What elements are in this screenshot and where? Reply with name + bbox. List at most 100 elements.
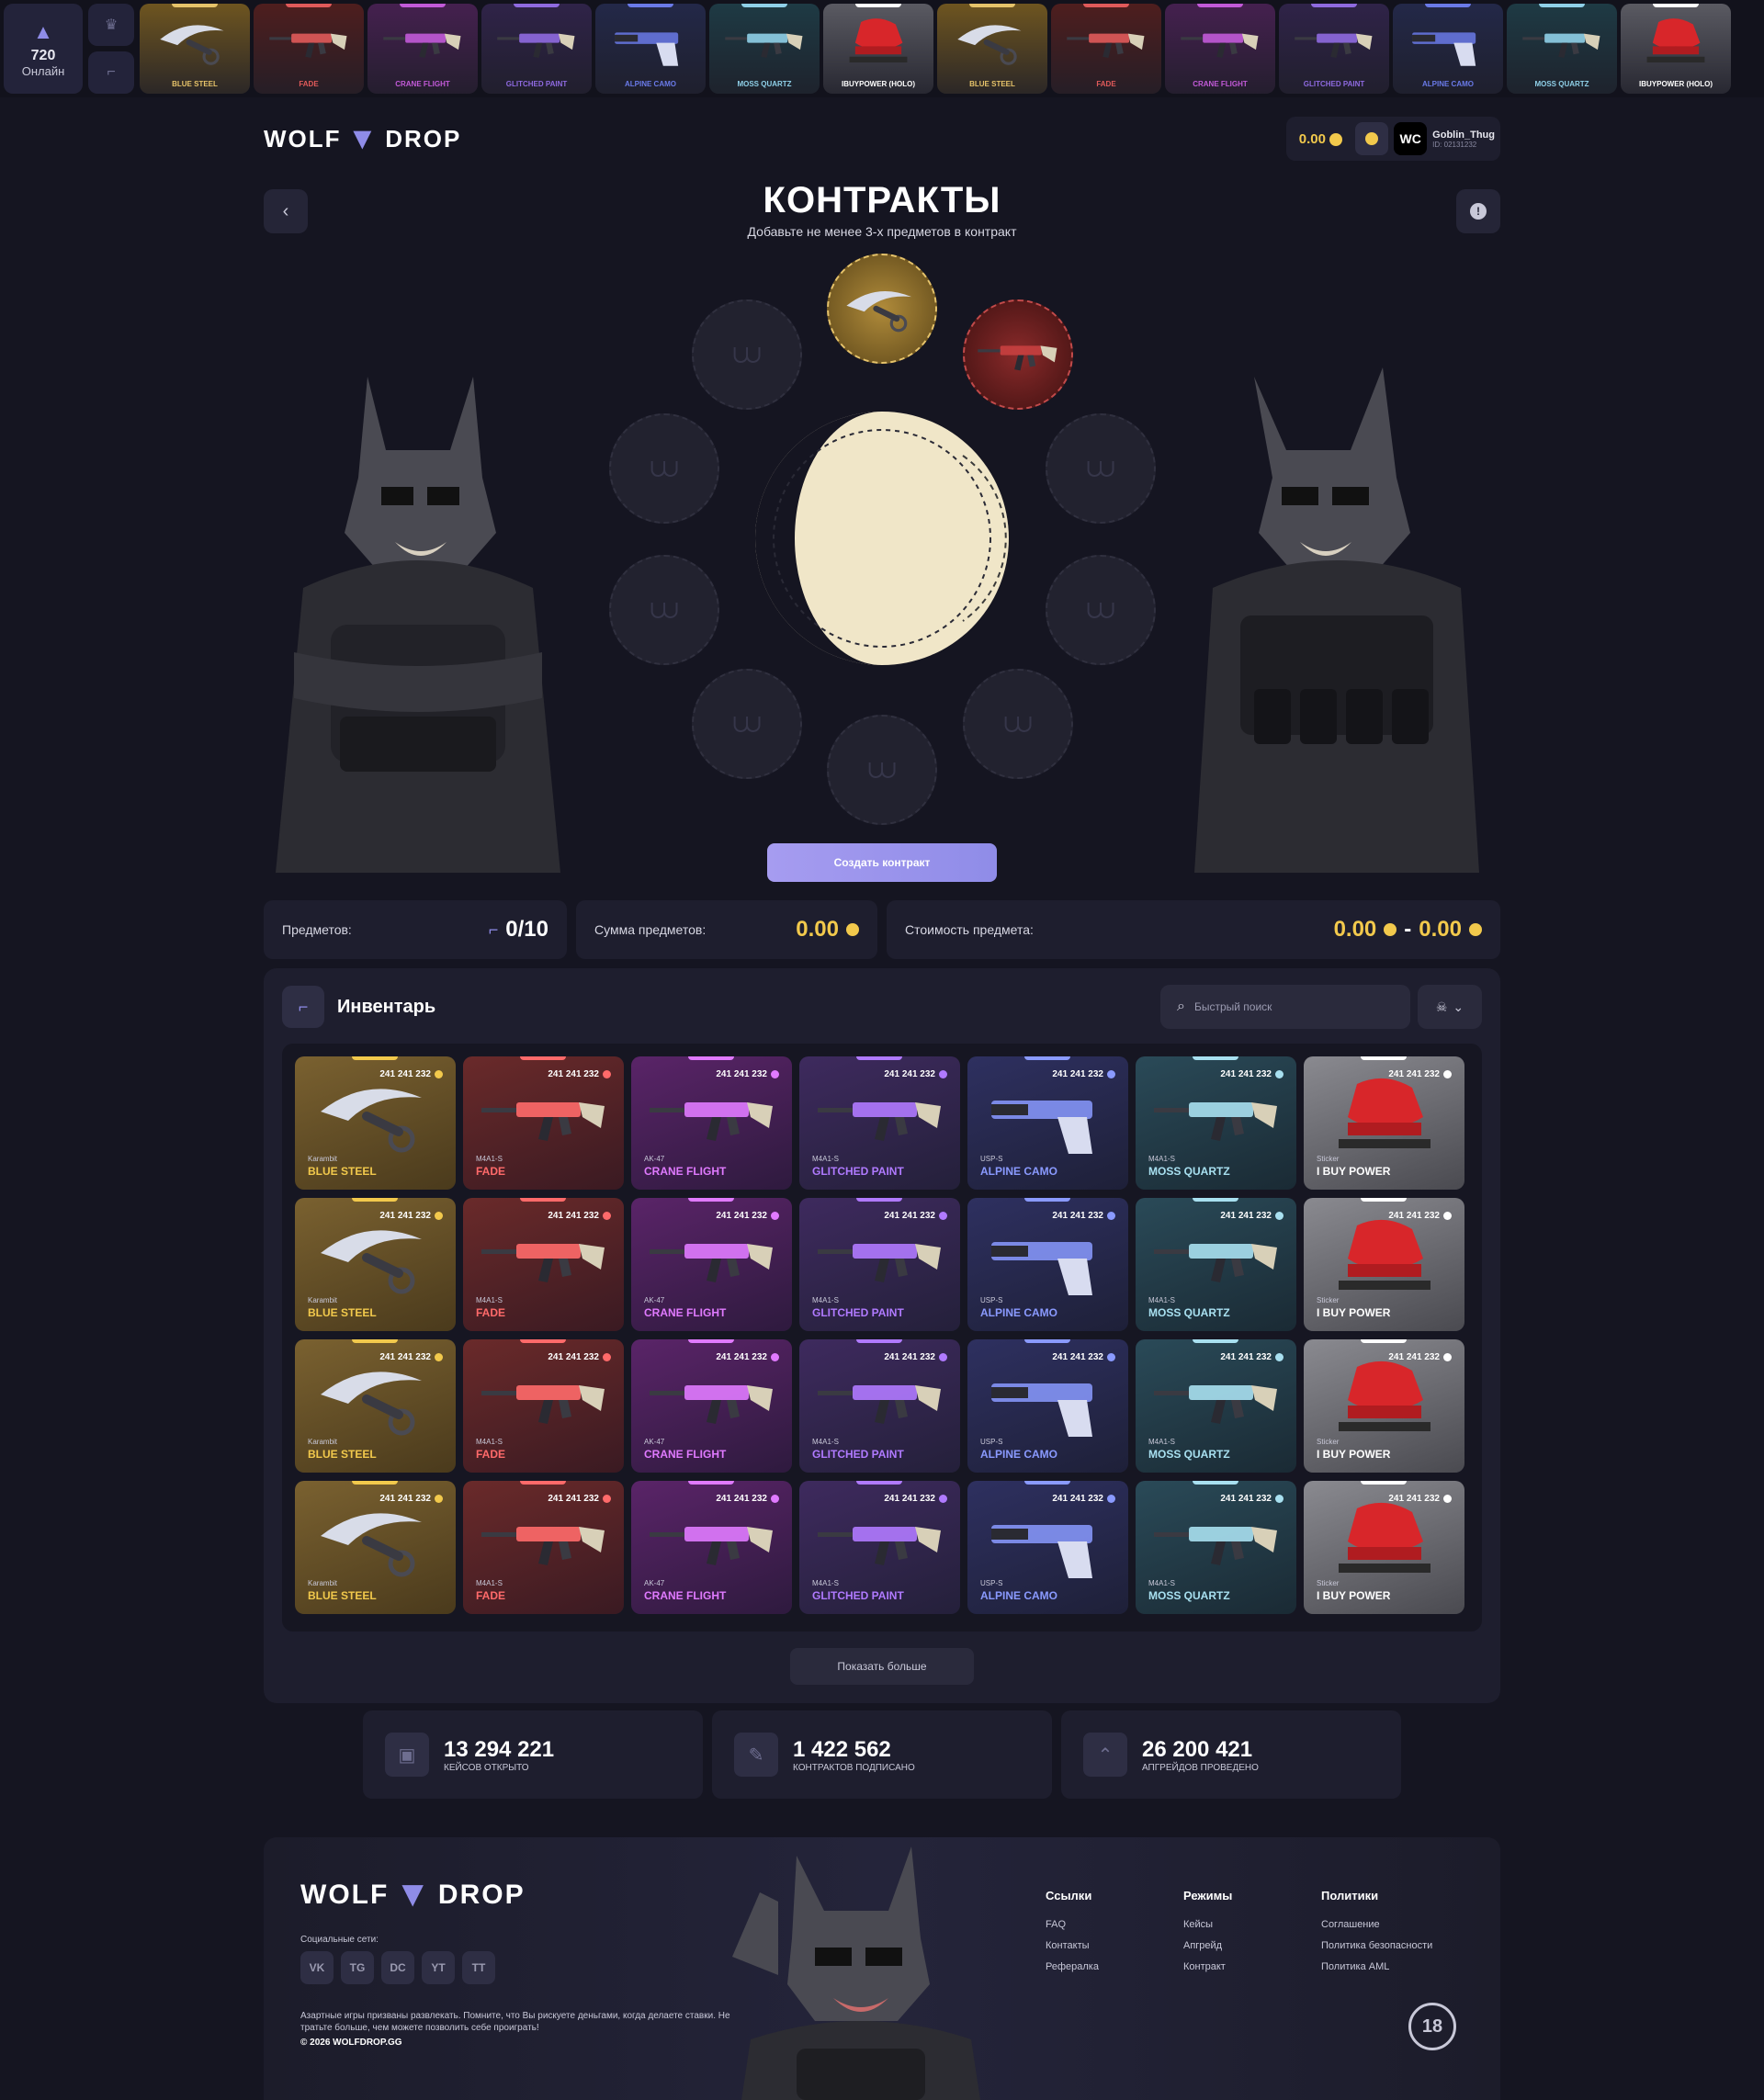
contract-slot-empty[interactable]: ⩊ bbox=[609, 555, 719, 665]
live-drop-item[interactable]: ALPINE CAMO bbox=[595, 4, 706, 94]
live-drop-item[interactable]: ALPINE CAMO bbox=[1393, 4, 1503, 94]
filter-dropdown[interactable]: ☠ ⌄ bbox=[1418, 985, 1482, 1029]
inventory-item-card[interactable]: 241 241 232 AK-47 CRANE FLIGHT bbox=[631, 1056, 792, 1190]
live-drop-item[interactable]: CRANE FLIGHT bbox=[368, 4, 478, 94]
deposit-button[interactable] bbox=[1355, 122, 1389, 155]
item-image bbox=[311, 1075, 440, 1157]
item-image bbox=[1320, 1358, 1449, 1440]
live-drop-item[interactable]: FADE bbox=[1051, 4, 1161, 94]
inventory-item-card[interactable]: 241 241 232 Karambit BLUE STEEL bbox=[295, 1481, 456, 1614]
live-drop-item[interactable]: FADE bbox=[254, 4, 364, 94]
item-image bbox=[984, 1216, 1113, 1299]
avatar[interactable]: WC bbox=[1394, 122, 1428, 155]
inventory-item-card[interactable]: 241 241 232 Sticker I BUY POWER bbox=[1304, 1339, 1464, 1473]
contract-slot-filled[interactable] bbox=[827, 254, 937, 364]
inventory-item-card[interactable]: 241 241 232 USP-S ALPINE CAMO bbox=[967, 1056, 1128, 1190]
tiktok-icon[interactable]: TT bbox=[462, 1951, 495, 1984]
items-sum-number: 0.00 bbox=[796, 917, 839, 942]
inventory-item-card[interactable]: 241 241 232 Karambit BLUE STEEL bbox=[295, 1198, 456, 1331]
inventory-item-card[interactable]: 241 241 232 USP-S ALPINE CAMO bbox=[967, 1481, 1128, 1614]
youtube-icon[interactable]: YT bbox=[422, 1951, 455, 1984]
live-drop-item[interactable]: BLUE STEEL bbox=[140, 4, 250, 94]
inventory-panel: ⌐ Инвентарь ⌕ ☠ ⌄ 241 241 232KarambitBLU… bbox=[264, 968, 1500, 1703]
inventory-item-card[interactable]: 241 241 232 M4A1-S FADE bbox=[463, 1481, 624, 1614]
vk-icon[interactable]: VK bbox=[300, 1951, 334, 1984]
live-drop-item[interactable]: GLITCHED PAINT bbox=[1279, 4, 1389, 94]
item-name: BLUE STEEL bbox=[308, 1165, 377, 1178]
contract-slot-empty[interactable]: ⩊ bbox=[609, 413, 719, 524]
item-type: M4A1-S bbox=[1148, 1579, 1175, 1587]
contract-slot-empty[interactable]: ⩊ bbox=[827, 715, 937, 825]
balance[interactable]: 0.00 bbox=[1292, 131, 1350, 147]
inventory-item-card[interactable]: 241 241 232 M4A1-S FADE bbox=[463, 1198, 624, 1331]
inventory-item-card[interactable]: 241 241 232 Karambit BLUE STEEL bbox=[295, 1339, 456, 1473]
contract-slot-empty[interactable]: ⩊ bbox=[692, 299, 802, 410]
footer-link-cases[interactable]: Кейсы bbox=[1183, 1919, 1232, 1930]
crown-icon[interactable]: ♛ bbox=[88, 4, 134, 46]
live-drop-item[interactable]: CRANE FLIGHT bbox=[1165, 4, 1275, 94]
live-drop-item[interactable]: BLUE STEEL bbox=[937, 4, 1047, 94]
telegram-icon[interactable]: TG bbox=[341, 1951, 374, 1984]
inventory-item-card[interactable]: 241 241 232 M4A1-S GLITCHED PAINT bbox=[799, 1481, 960, 1614]
footer-logo[interactable]: WOLF ▼ DROP bbox=[300, 1874, 526, 1915]
rarity-bar bbox=[1361, 1056, 1407, 1060]
item-type: M4A1-S bbox=[1148, 1155, 1175, 1163]
contract-slot-empty[interactable]: ⩊ bbox=[692, 669, 802, 779]
item-image bbox=[610, 15, 691, 70]
online-counter: ▲ 720 Онлайн bbox=[4, 4, 83, 94]
inventory-item-card[interactable]: 241 241 232 M4A1-S FADE bbox=[463, 1339, 624, 1473]
footer-link-referral[interactable]: Рефералка bbox=[1046, 1961, 1099, 1972]
footer-link-upgrade[interactable]: Апгрейд bbox=[1183, 1940, 1232, 1951]
site-logo[interactable]: WOLF ▼ DROP bbox=[264, 121, 461, 157]
item-name: ALPINE CAMO bbox=[980, 1448, 1057, 1461]
live-drop-item[interactable]: iBUYPOWER (Holo) bbox=[1621, 4, 1731, 94]
inventory-item-card[interactable]: 241 241 232 M4A1-S MOSS QUARTZ bbox=[1136, 1481, 1296, 1614]
show-more-button[interactable]: Показать больше bbox=[790, 1648, 974, 1685]
inventory-item-card[interactable]: 241 241 232 Sticker I BUY POWER bbox=[1304, 1481, 1464, 1614]
contract-slot-empty[interactable]: ⩊ bbox=[1046, 413, 1156, 524]
inventory-item-card[interactable]: 241 241 232 Sticker I BUY POWER bbox=[1304, 1198, 1464, 1331]
discord-icon[interactable]: DC bbox=[381, 1951, 414, 1984]
footer-column-modes: Режимы Кейсы Апгрейд Контракт bbox=[1183, 1889, 1232, 1982]
live-drop-item[interactable]: GLITCHED PAINT bbox=[481, 4, 592, 94]
contract-slot-filled[interactable] bbox=[963, 299, 1073, 410]
footer-link-security-policy[interactable]: Политика безопасности bbox=[1321, 1940, 1432, 1951]
info-button[interactable]: ! bbox=[1456, 189, 1500, 233]
inventory-item-card[interactable]: 241 241 232 Karambit BLUE STEEL bbox=[295, 1056, 456, 1190]
inventory-item-card[interactable]: 241 241 232 M4A1-S GLITCHED PAINT bbox=[799, 1056, 960, 1190]
inventory-item-card[interactable]: 241 241 232 AK-47 CRANE FLIGHT bbox=[631, 1339, 792, 1473]
footer-link-faq[interactable]: FAQ bbox=[1046, 1919, 1099, 1930]
inventory-item-card[interactable]: 241 241 232 AK-47 CRANE FLIGHT bbox=[631, 1198, 792, 1331]
inventory-item-card[interactable]: 241 241 232 Sticker I BUY POWER bbox=[1304, 1056, 1464, 1190]
stat-counter: ▣ 13 294 221 кейсов открыто bbox=[363, 1710, 703, 1799]
inventory-item-card[interactable]: 241 241 232 M4A1-S MOSS QUARTZ bbox=[1136, 1198, 1296, 1331]
inventory-item-card[interactable]: 241 241 232 M4A1-S MOSS QUARTZ bbox=[1136, 1056, 1296, 1190]
user-info[interactable]: Goblin_Thug ID: 02131232 bbox=[1432, 130, 1495, 149]
wolf-mascot-waving bbox=[732, 1846, 980, 2100]
inventory-item-card[interactable]: 241 241 232 AK-47 CRANE FLIGHT bbox=[631, 1481, 792, 1614]
footer-link-agreement[interactable]: Соглашение bbox=[1321, 1919, 1432, 1930]
live-drop-item[interactable]: MOSS QUARTZ bbox=[709, 4, 820, 94]
gun-icon[interactable]: ⌐ bbox=[88, 51, 134, 94]
stat-counter-value: 1 422 562 bbox=[793, 1736, 891, 1762]
live-drop-name: CRANE FLIGHT bbox=[1193, 80, 1248, 88]
contract-slot-empty[interactable]: ⩊ bbox=[1046, 555, 1156, 665]
inventory-item-card[interactable]: 241 241 232 USP-S ALPINE CAMO bbox=[967, 1339, 1128, 1473]
inventory-item-card[interactable]: 241 241 232 M4A1-S GLITCHED PAINT bbox=[799, 1198, 960, 1331]
gambling-disclaimer: Азартные игры призваны развлекать. Помни… bbox=[300, 2011, 730, 2033]
live-drop-item[interactable]: MOSS QUARTZ bbox=[1507, 4, 1617, 94]
gun-icon: ⌐ bbox=[282, 986, 324, 1028]
footer-link-contract[interactable]: Контракт bbox=[1183, 1961, 1232, 1972]
inventory-item-card[interactable]: 241 241 232 M4A1-S GLITCHED PAINT bbox=[799, 1339, 960, 1473]
inventory-item-card[interactable]: 241 241 232 M4A1-S FADE bbox=[463, 1056, 624, 1190]
contract-slot-empty[interactable]: ⩊ bbox=[963, 669, 1073, 779]
footer-link-aml-policy[interactable]: Политика AML bbox=[1321, 1961, 1432, 1972]
item-name: FADE bbox=[476, 1306, 506, 1319]
create-contract-button[interactable]: Создать контракт bbox=[767, 843, 997, 882]
search-input[interactable] bbox=[1193, 1000, 1378, 1013]
inventory-item-card[interactable]: 241 241 232 M4A1-S MOSS QUARTZ bbox=[1136, 1339, 1296, 1473]
inventory-item-card[interactable]: 241 241 232 USP-S ALPINE CAMO bbox=[967, 1198, 1128, 1331]
live-drop-item[interactable]: iBUYPOWER (Holo) bbox=[823, 4, 933, 94]
footer-link-contacts[interactable]: Контакты bbox=[1046, 1940, 1099, 1951]
back-button[interactable]: ‹ bbox=[264, 189, 308, 233]
